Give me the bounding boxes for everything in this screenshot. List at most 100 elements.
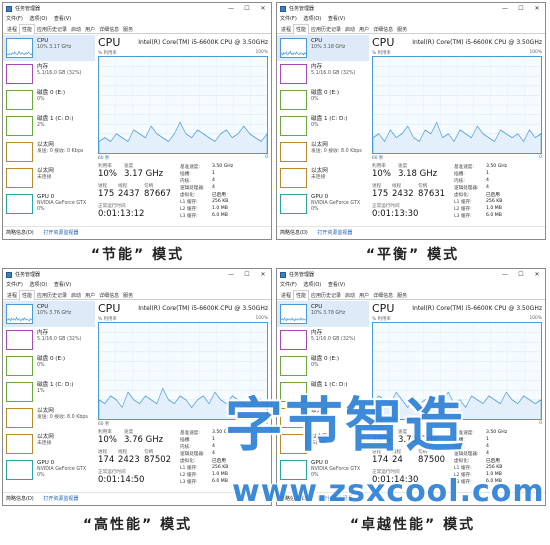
menu-view[interactable]: 查看(V) <box>328 282 345 288</box>
sidebar-item-memory[interactable]: 内存 5.1/16.0 GB (32%) <box>277 327 369 353</box>
tab-startup[interactable]: 启动 <box>69 25 83 35</box>
open-resource-monitor-link[interactable]: 打开资源监视器 <box>43 230 78 236</box>
spec-key: L3 缓存: <box>454 214 472 219</box>
minimize-button[interactable]: — <box>497 3 513 15</box>
sidebar-item-cpu[interactable]: CPU 10% 3.78 GHz <box>277 301 369 327</box>
sidebar-item-memory[interactable]: 内存 5.1/16.0 GB (32%) <box>3 327 95 353</box>
spec-key: L2 缓存: <box>180 207 198 212</box>
maximize-button[interactable]: ☐ <box>513 269 529 281</box>
sidebar-item-sub: 5.1/16.0 GB (32%) <box>37 71 82 76</box>
tab-users[interactable]: 用户 <box>83 25 97 35</box>
tab-users[interactable]: 用户 <box>357 25 371 35</box>
tab-services[interactable]: 服务 <box>121 291 135 301</box>
sidebar-item-disk-1[interactable]: 磁盘 1 (C: D:) 2% <box>3 113 95 139</box>
fewer-details-button[interactable]: 简略信息(D) <box>6 230 34 236</box>
tab-performance[interactable]: 性能 <box>19 290 36 301</box>
tab-app-history[interactable]: 应用历史记录 <box>309 25 343 35</box>
menu-view[interactable]: 查看(V) <box>54 282 71 288</box>
fewer-details-button[interactable]: 简略信息(D) <box>280 230 308 236</box>
sidebar-item-cpu[interactable]: CPU 10% 3.76 GHz <box>3 301 95 327</box>
tab-bar: 进程 性能 应用历史记录 启动 用户 详细信息 服务 <box>277 290 545 301</box>
tab-processes[interactable]: 进程 <box>5 25 19 35</box>
sidebar-item-gpu[interactable]: GPU 0 NVIDIA GeForce GTX 0% <box>277 191 369 217</box>
tab-performance[interactable]: 性能 <box>293 24 310 35</box>
graph-axis-max: 100% <box>529 50 542 55</box>
menu-view[interactable]: 查看(V) <box>54 16 71 22</box>
open-resource-monitor-link[interactable]: 打开资源监视器 <box>317 230 352 236</box>
sidebar-item-ethernet-2[interactable]: 以太网 未连接 <box>3 431 95 457</box>
spec-value: 6.0 MB <box>212 213 228 218</box>
spec-value: 4 <box>212 178 215 183</box>
menu-file[interactable]: 文件(F) <box>280 16 297 22</box>
sidebar-item-disk-0[interactable]: 磁盘 0 (E:) 0% <box>277 353 369 379</box>
maximize-button[interactable]: ☐ <box>239 3 255 15</box>
window-title: 任务管理器 <box>289 272 315 278</box>
sidebar-item-sub: 5.1/16.0 GB (32%) <box>311 337 356 342</box>
minimize-button[interactable]: — <box>497 269 513 281</box>
footer-bar: 简略信息(D) 打开资源监视器 <box>3 492 271 505</box>
tab-users[interactable]: 用户 <box>83 291 97 301</box>
tab-app-history[interactable]: 应用历史记录 <box>35 291 69 301</box>
tab-details[interactable]: 详细信息 <box>97 291 121 301</box>
tab-startup[interactable]: 启动 <box>69 291 83 301</box>
sidebar-item-cpu[interactable]: CPU 10% 3.17 GHz <box>3 35 95 61</box>
sidebar-item-memory[interactable]: 内存 5.1/16.0 GB (32%) <box>3 61 95 87</box>
tab-details[interactable]: 详细信息 <box>371 291 395 301</box>
sidebar-item-disk-0[interactable]: 磁盘 0 (E:) 0% <box>277 87 369 113</box>
tab-services[interactable]: 服务 <box>121 25 135 35</box>
window-title: 任务管理器 <box>15 272 41 278</box>
spec-value: 1 <box>486 437 489 442</box>
menu-file[interactable]: 文件(F) <box>6 16 23 22</box>
menu-options[interactable]: 选项(O) <box>29 282 47 288</box>
sidebar-item-label: 以太网 <box>311 168 328 174</box>
tab-startup[interactable]: 启动 <box>343 25 357 35</box>
minimize-button[interactable]: — <box>223 269 239 281</box>
tab-processes[interactable]: 进程 <box>279 291 293 301</box>
sidebar-item-ethernet[interactable]: 以太网 发送: 0 接收: 8.0 Kbps <box>3 405 95 431</box>
spec-value: 已启用 <box>486 193 500 198</box>
sidebar-item-disk-1[interactable]: 磁盘 1 (C: D:) 0% <box>277 113 369 139</box>
sidebar-item-sub: 发送: 0 接收: 8.0 Kbps <box>37 415 88 420</box>
menu-view[interactable]: 查看(V) <box>328 16 345 22</box>
tab-users[interactable]: 用户 <box>357 291 371 301</box>
sidebar-item-gpu[interactable]: GPU 0 NVIDIA GeForce GTX 0% <box>3 457 95 483</box>
sidebar-item-disk-0[interactable]: 磁盘 0 (E:) 0% <box>3 353 95 379</box>
tab-services[interactable]: 服务 <box>395 25 409 35</box>
sidebar-item-ethernet-2[interactable]: 以太网 未连接 <box>3 165 95 191</box>
title-bar: 任务管理器 — ☐ ✕ <box>277 269 545 281</box>
menu-options[interactable]: 选项(O) <box>29 16 47 22</box>
sidebar-item-ethernet-2[interactable]: 以太网 未连接 <box>277 165 369 191</box>
tab-app-history[interactable]: 应用历史记录 <box>35 25 69 35</box>
maximize-button[interactable]: ☐ <box>239 269 255 281</box>
tab-startup[interactable]: 启动 <box>343 291 357 301</box>
sidebar-item-memory[interactable]: 内存 5.1/16.0 GB (32%) <box>277 61 369 87</box>
sidebar-item-ethernet[interactable]: 以太网 发送: 0 接收: 0 Kbps <box>3 139 95 165</box>
tab-details[interactable]: 详细信息 <box>97 25 121 35</box>
tab-bar: 进程 性能 应用历史记录 启动 用户 详细信息 服务 <box>3 290 271 301</box>
tab-processes[interactable]: 进程 <box>5 291 19 301</box>
sidebar-item-ethernet[interactable]: 以太网 发送: 0 接收: 8.0 Kbps <box>277 139 369 165</box>
close-button[interactable]: ✕ <box>529 269 545 281</box>
minimize-button[interactable]: — <box>223 3 239 15</box>
sidebar-item-cpu[interactable]: CPU 10% 3.18 GHz <box>277 35 369 61</box>
tab-performance[interactable]: 性能 <box>19 24 36 35</box>
menu-options[interactable]: 选项(O) <box>303 282 321 288</box>
fewer-details-button[interactable]: 简略信息(D) <box>6 496 34 502</box>
tab-processes[interactable]: 进程 <box>279 25 293 35</box>
menu-file[interactable]: 文件(F) <box>280 282 297 288</box>
sidebar-item-disk-1[interactable]: 磁盘 1 (C: D:) 1% <box>3 379 95 405</box>
open-resource-monitor-link[interactable]: 打开资源监视器 <box>43 496 78 502</box>
tab-performance[interactable]: 性能 <box>293 290 310 301</box>
sidebar-item-disk-0[interactable]: 磁盘 0 (E:) 0% <box>3 87 95 113</box>
tab-services[interactable]: 服务 <box>395 291 409 301</box>
menu-file[interactable]: 文件(F) <box>6 282 23 288</box>
tab-app-history[interactable]: 应用历史记录 <box>309 291 343 301</box>
close-button[interactable]: ✕ <box>255 269 271 281</box>
menu-options[interactable]: 选项(O) <box>303 16 321 22</box>
close-button[interactable]: ✕ <box>255 3 271 15</box>
sidebar-item-gpu[interactable]: GPU 0 NVIDIA GeForce GTX 0% <box>3 191 95 217</box>
sidebar-item-label: 磁盘 0 (E:) <box>311 356 340 362</box>
close-button[interactable]: ✕ <box>529 3 545 15</box>
maximize-button[interactable]: ☐ <box>513 3 529 15</box>
tab-details[interactable]: 详细信息 <box>371 25 395 35</box>
